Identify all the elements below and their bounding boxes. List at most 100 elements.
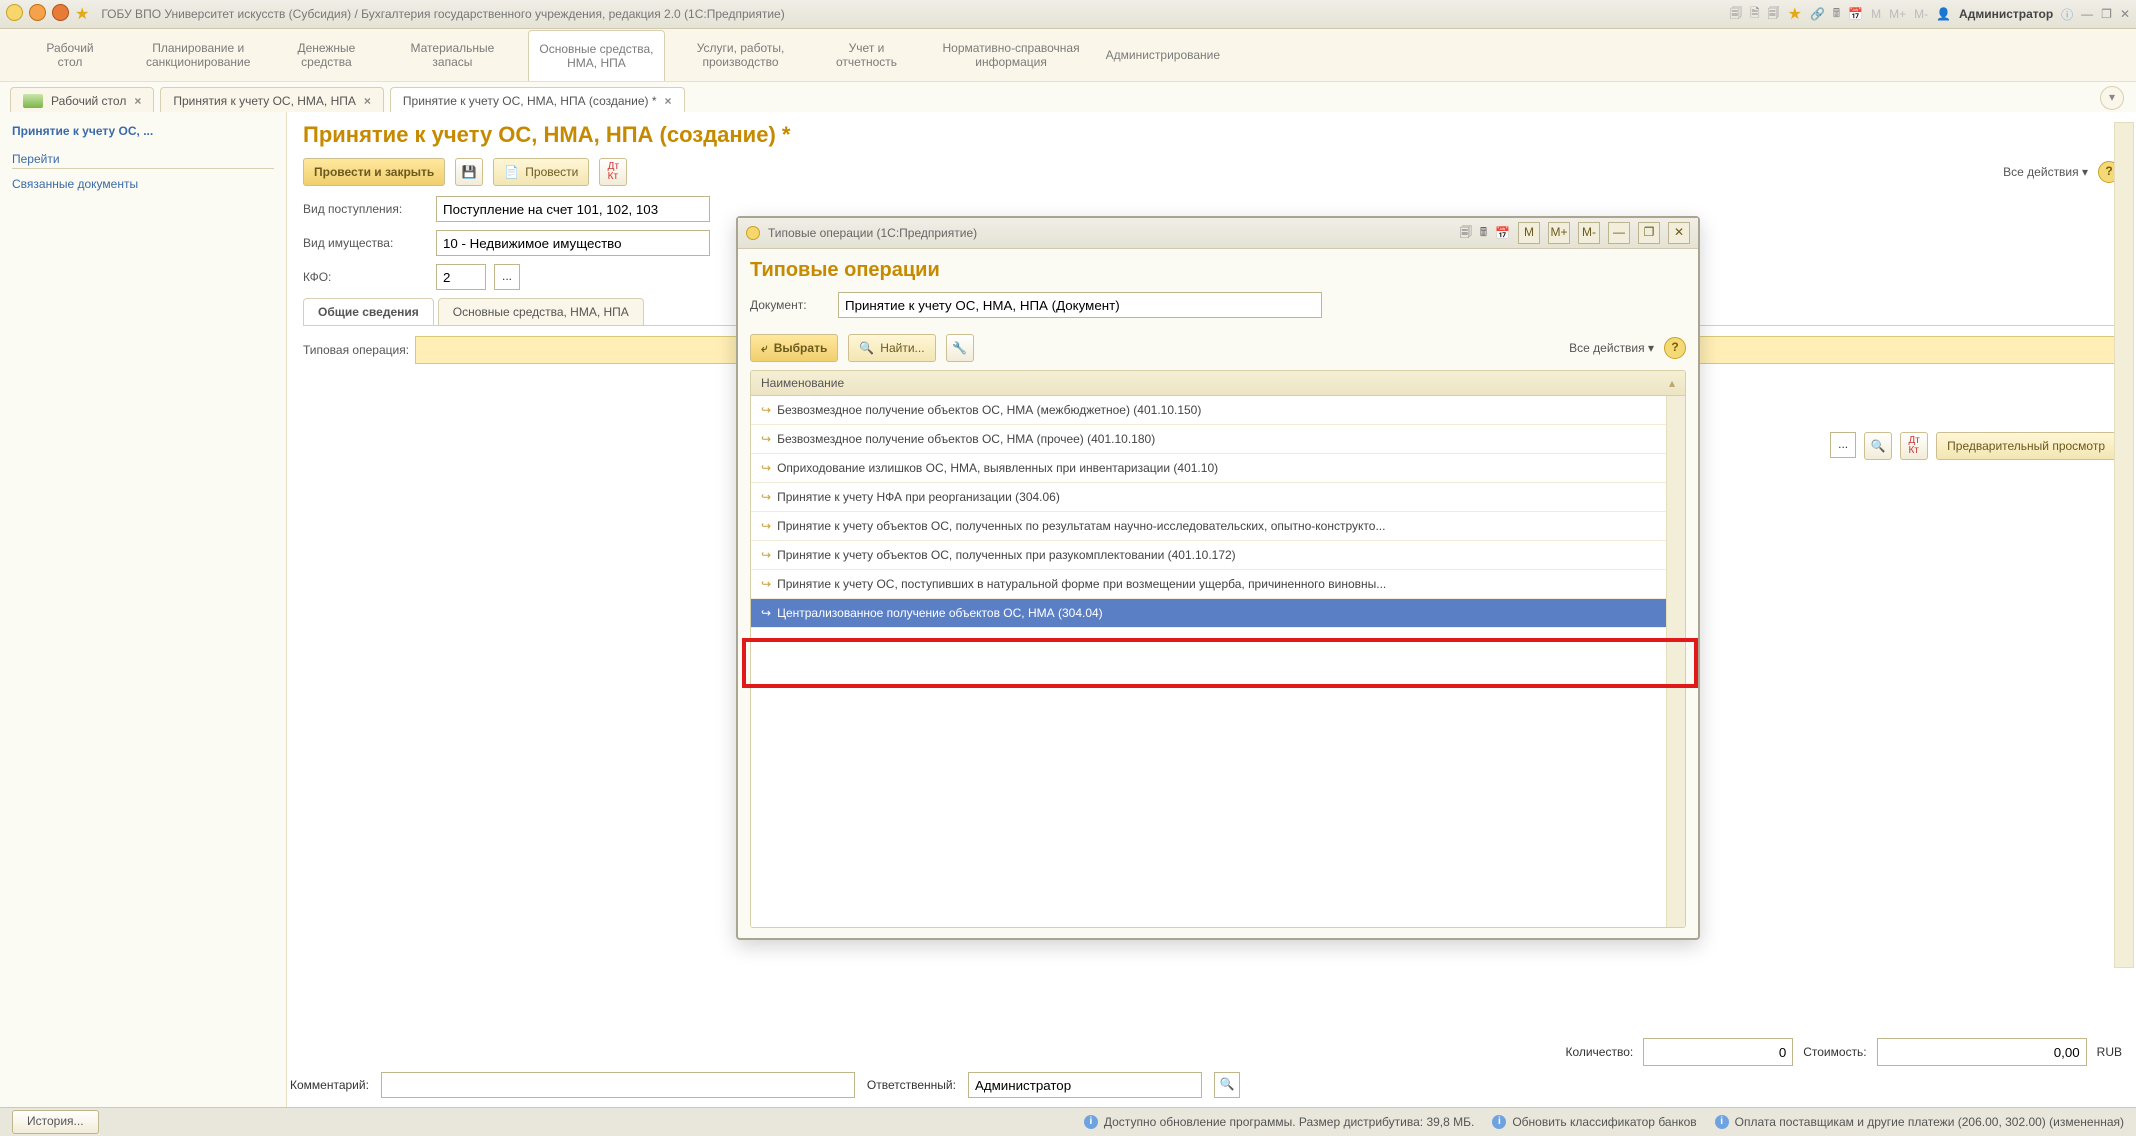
nav-accounting[interactable]: Учет и отчетность	[817, 41, 917, 70]
nav-services[interactable]: Услуги, работы, производство	[691, 41, 791, 70]
window-icon-3[interactable]	[52, 4, 69, 21]
totals-row: Количество: Стоимость: RUB	[290, 1038, 2122, 1066]
window-icon-2[interactable]	[29, 4, 46, 21]
kfo-input[interactable]	[436, 264, 486, 290]
tool-icon[interactable]: 🗐	[1768, 4, 1780, 25]
minimize-icon[interactable]: —	[2081, 7, 2093, 21]
info-icon[interactable]: ⓘ	[2061, 6, 2073, 23]
m-button[interactable]: M	[1518, 222, 1540, 244]
preview-button[interactable]: Предварительный просмотр	[1936, 432, 2116, 460]
sysbar-tools: 🗐 🗎 🗐 ★ 🔗 🖩 📅 M M+ M- 👤 Администратор ⓘ …	[1730, 4, 2130, 25]
tab-close-icon[interactable]: ×	[364, 94, 371, 108]
item-icon: ↪	[761, 461, 771, 475]
tab-desktop[interactable]: Рабочий стол ×	[10, 87, 154, 114]
op-dtkt-icon[interactable]: Дт Кт	[1900, 432, 1928, 460]
side-link-related-docs[interactable]: Связанные документы	[12, 177, 274, 191]
kfo-lookup-button[interactable]: ...	[494, 264, 520, 290]
calendar-icon[interactable]: 📅	[1495, 226, 1510, 240]
status-banks[interactable]: iОбновить классификатор банков	[1492, 1115, 1696, 1129]
list-item[interactable]: ↪Безвозмездное получение объектов ОС, НМ…	[751, 425, 1666, 454]
list-item[interactable]: ↪Оприходование излишков ОС, НМА, выявлен…	[751, 454, 1666, 483]
all-actions-menu[interactable]: Все действия ▾	[2003, 165, 2088, 179]
side-panel: Принятие к учету ОС, ... Перейти Связанн…	[0, 112, 287, 1108]
nav-planning[interactable]: Планирование и санкционирование	[146, 41, 250, 70]
tool-icon[interactable]: 🗐	[1460, 223, 1472, 244]
link-icon[interactable]: 🔗	[1810, 7, 1825, 21]
window-icon-1[interactable]	[6, 4, 23, 21]
nav-materials[interactable]: Материальные запасы	[402, 41, 502, 70]
history-button[interactable]: История...	[12, 1110, 99, 1134]
m-minus-button[interactable]: M-	[1578, 222, 1600, 244]
find-button[interactable]: 🔍 Найти...	[848, 334, 935, 362]
dialog-close-icon[interactable]: ✕	[1668, 222, 1690, 244]
app-title: ГОБУ ВПО Университет искусств (Субсидия)…	[101, 7, 784, 21]
tab-label: Рабочий стол	[51, 94, 126, 108]
list-header[interactable]: Наименование ▴	[751, 371, 1685, 396]
nav-desktop[interactable]: Рабочий стол	[20, 41, 120, 70]
tab-close-icon[interactable]: ×	[134, 94, 141, 108]
dialog-doc-input[interactable]	[838, 292, 1322, 318]
responsible-lookup[interactable]: 🔍	[1214, 1072, 1240, 1098]
conduct-close-button[interactable]: Провести и закрыть	[303, 158, 445, 186]
cost-value[interactable]	[1877, 1038, 2087, 1066]
tool-icon[interactable]: 🗐	[1730, 4, 1742, 25]
tab-os-list[interactable]: Принятия к учету ОС, НМА, НПА ×	[160, 87, 384, 114]
qty-value[interactable]	[1643, 1038, 1793, 1066]
comment-input[interactable]	[381, 1072, 855, 1098]
select-button[interactable]: ⤶ Выбрать	[750, 334, 838, 362]
tabs-overflow-icon[interactable]: ▾	[2100, 86, 2124, 110]
dialog-help-icon[interactable]: ?	[1664, 337, 1686, 359]
list-item[interactable]: ↪Принятие к учету объектов ОС, полученны…	[751, 541, 1666, 570]
op-search-icon[interactable]: 🔍	[1864, 432, 1892, 460]
page-title: Принятие к учету ОС, НМА, НПА (создание)…	[303, 122, 2120, 148]
content-scrollbar[interactable]	[2114, 122, 2134, 968]
favorite-icon[interactable]: ★	[75, 4, 89, 24]
m-button[interactable]: M	[1871, 7, 1881, 21]
typical-operations-dialog: Типовые операции (1С:Предприятие) 🗐 🖩 📅 …	[736, 216, 1700, 940]
calc-icon[interactable]: 🖩	[1480, 223, 1487, 244]
m-minus-button[interactable]: M-	[1914, 7, 1928, 21]
save-icon[interactable]: 💾	[455, 158, 483, 186]
tab-close-icon[interactable]: ×	[665, 94, 672, 108]
list-item[interactable]: ↪Принятие к учету ОС, поступивших в нату…	[751, 570, 1666, 599]
nav-cash[interactable]: Денежные средства	[276, 41, 376, 70]
nav-admin[interactable]: Администрирование	[1106, 48, 1220, 62]
dialog-maximize-icon[interactable]: ❐	[1638, 222, 1660, 244]
tool-icon[interactable]: 🗎	[1750, 4, 1760, 25]
dialog-titlebar[interactable]: Типовые операции (1С:Предприятие) 🗐 🖩 📅 …	[738, 218, 1698, 249]
m-plus-button[interactable]: M+	[1889, 7, 1906, 21]
list-item-selected[interactable]: ↪Централизованное получение объектов ОС,…	[751, 599, 1666, 628]
status-payments[interactable]: iОплата поставщикам и другие платежи (20…	[1715, 1115, 2124, 1129]
calendar-icon[interactable]: 📅	[1848, 7, 1863, 21]
calc-icon[interactable]: 🖩	[1833, 4, 1840, 25]
item-text: Принятие к учету ОС, поступивших в натур…	[777, 577, 1386, 591]
maximize-icon[interactable]: ❐	[2101, 7, 2112, 21]
close-icon[interactable]: ✕	[2120, 7, 2130, 21]
dtkt-icon[interactable]: Дт Кт	[599, 158, 627, 186]
tab-os-create[interactable]: Принятие к учету ОС, НМА, НПА (создание)…	[390, 87, 685, 114]
list-scrollbar[interactable]	[1666, 396, 1685, 927]
op-lookup-button[interactable]: ...	[1830, 432, 1856, 458]
clear-search-icon[interactable]: 🔧	[946, 334, 974, 362]
dialog-all-actions[interactable]: Все действия ▾	[1569, 341, 1654, 355]
status-update[interactable]: iДоступно обновление программы. Размер д…	[1084, 1115, 1474, 1129]
dialog-minimize-icon[interactable]: —	[1608, 222, 1630, 244]
list-item[interactable]: ↪Безвозмездное получение объектов ОС, НМ…	[751, 396, 1666, 425]
current-user[interactable]: Администратор	[1959, 7, 2053, 21]
tab-os-nma[interactable]: Основные средства, НМА, НПА	[438, 298, 644, 325]
m-plus-button[interactable]: M+	[1548, 222, 1570, 244]
property-kind-input[interactable]	[436, 230, 710, 256]
item-icon: ↪	[761, 606, 771, 620]
conduct-button[interactable]: 📄 Провести	[493, 158, 589, 186]
star-icon[interactable]: ★	[1788, 4, 1802, 24]
responsible-input[interactable]	[968, 1072, 1202, 1098]
tab-general[interactable]: Общие сведения	[303, 298, 434, 325]
receipt-kind-input[interactable]	[436, 196, 710, 222]
dialog-doc-label: Документ:	[750, 298, 830, 312]
list-item[interactable]: ↪Принятие к учету НФА при реорганизации …	[751, 483, 1666, 512]
sort-icon[interactable]: ▴	[1669, 376, 1675, 390]
item-icon: ↪	[761, 548, 771, 562]
nav-reference[interactable]: Нормативно-справочная информация	[943, 41, 1080, 70]
nav-fixed-assets[interactable]: Основные средства, НМА, НПА	[528, 30, 664, 81]
list-item[interactable]: ↪Принятие к учету объектов ОС, полученны…	[751, 512, 1666, 541]
